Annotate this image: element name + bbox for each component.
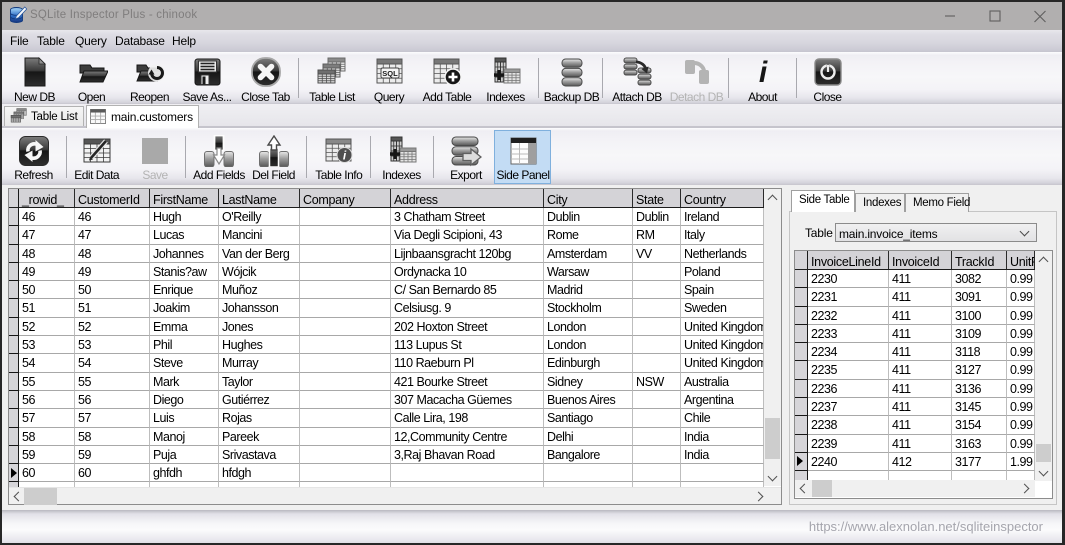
svg-text:SQL: SQL <box>382 69 398 78</box>
svg-text:i: i <box>758 56 767 88</box>
